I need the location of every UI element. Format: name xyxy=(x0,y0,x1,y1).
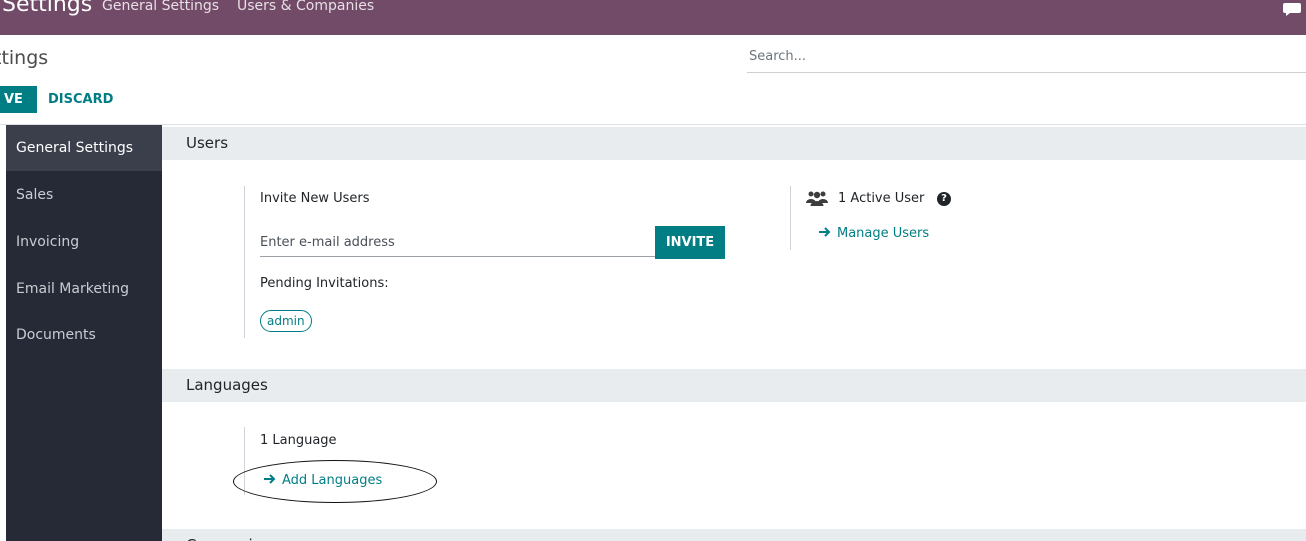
page-title: ttings xyxy=(0,47,49,69)
app-title[interactable]: Settings xyxy=(2,0,92,17)
language-count: 1 Language xyxy=(260,433,337,448)
email-field-wrapper xyxy=(260,229,655,257)
email-field[interactable] xyxy=(260,229,655,256)
chat-icon[interactable] xyxy=(1282,2,1302,16)
sidebar-item-sales[interactable]: Sales xyxy=(6,172,162,218)
section-header-users: Users xyxy=(162,127,1306,160)
menu-general-settings[interactable]: General Settings xyxy=(102,0,219,14)
divider xyxy=(0,124,1306,125)
manage-users-label: Manage Users xyxy=(837,226,930,241)
search-bar xyxy=(747,41,1306,73)
invite-button[interactable]: INVITE xyxy=(655,226,725,259)
question-circle-icon[interactable]: ? xyxy=(937,192,951,206)
section-header-languages: Languages xyxy=(162,369,1306,402)
manage-users-link[interactable]: Manage Users xyxy=(819,226,929,241)
pending-invitations-label: Pending Invitations: xyxy=(260,276,389,291)
top-navbar: Settings General Settings Users & Compan… xyxy=(0,0,1306,35)
invite-title: Invite New Users xyxy=(260,191,370,206)
search-input[interactable] xyxy=(747,41,1306,71)
sidebar-item-general-settings[interactable]: General Settings xyxy=(6,125,162,171)
menu-users-companies[interactable]: Users & Companies xyxy=(237,0,374,14)
settings-sidebar: General Settings Sales Invoicing Email M… xyxy=(6,125,162,541)
sidebar-item-invoicing[interactable]: Invoicing xyxy=(6,219,162,265)
sidebar-item-documents[interactable]: Documents xyxy=(6,312,162,358)
save-button[interactable]: VE xyxy=(0,86,37,113)
users-icon xyxy=(806,191,828,206)
pending-user-tag[interactable]: admin xyxy=(260,310,312,332)
section-header-companies: Companies xyxy=(162,529,1306,541)
active-users-count[interactable]: 1 Active User xyxy=(838,191,924,206)
setting-box-border xyxy=(790,186,791,250)
setting-box-border xyxy=(244,186,245,338)
highlight-annotation xyxy=(233,460,437,503)
sidebar-item-email-marketing[interactable]: Email Marketing xyxy=(6,266,162,312)
arrow-right-icon xyxy=(819,227,831,237)
discard-button[interactable]: DISCARD xyxy=(48,86,113,113)
